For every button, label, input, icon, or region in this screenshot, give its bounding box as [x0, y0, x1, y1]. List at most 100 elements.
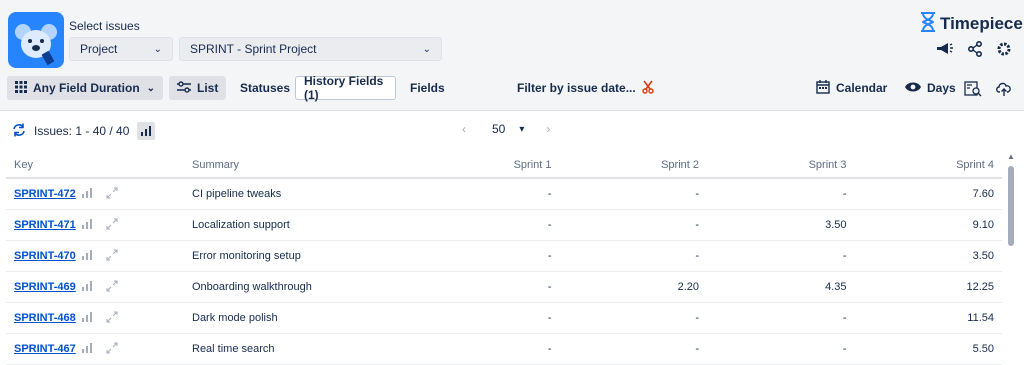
- sprint-1-value: -: [547, 188, 552, 200]
- any-field-duration-button[interactable]: Any Field Duration ⌄: [7, 76, 163, 100]
- sprint-4-value: 7.60: [972, 188, 994, 200]
- issue-key-link[interactable]: SPRINT-468: [14, 312, 76, 324]
- prev-page-icon[interactable]: ‹: [462, 122, 478, 136]
- expand-icon[interactable]: [106, 311, 118, 326]
- sprint-1-value: -: [547, 281, 552, 293]
- issues-table: Key Summary Sprint 1 Sprint 2 Sprint 3 S…: [6, 152, 1002, 365]
- sprint-2-value: -: [695, 312, 699, 324]
- days-label: Days: [927, 81, 956, 95]
- project-dropdown[interactable]: Project ⌄: [69, 37, 173, 61]
- column-header-sprint-2[interactable]: Sprint 2: [560, 159, 708, 171]
- issue-summary: Real time search: [192, 343, 275, 355]
- list-label: List: [197, 81, 219, 95]
- report-search-icon[interactable]: [964, 80, 982, 98]
- bar-chart-icon[interactable]: [81, 342, 92, 356]
- history-fields-button[interactable]: History Fields (1): [295, 74, 396, 102]
- sprint-2-value: 2.20: [677, 281, 699, 293]
- sprint-3-value: -: [842, 312, 847, 324]
- calendar-icon: [816, 79, 830, 97]
- statuses-button[interactable]: Statuses: [232, 76, 298, 100]
- table-row: SPRINT-467 Real time search - - - 5.50: [6, 334, 1002, 365]
- sprint-3-value: -: [842, 188, 847, 200]
- bar-chart-icon[interactable]: [81, 187, 92, 201]
- column-header-summary[interactable]: Summary: [184, 159, 412, 171]
- issue-summary: Dark mode polish: [192, 312, 278, 324]
- table-row: SPRINT-468 Dark mode polish - - - 11.54: [6, 303, 1002, 334]
- share-icon[interactable]: [966, 40, 984, 58]
- table-row: SPRINT-472 CI pipeline tweaks - - - 7.60: [6, 179, 1002, 210]
- sprint-4-value: 5.50: [972, 343, 994, 355]
- column-header-sprint-4[interactable]: Sprint 4: [855, 159, 1003, 171]
- issue-summary: Localization support: [192, 219, 290, 231]
- brand: Timepiece: [920, 12, 1023, 35]
- table-row: SPRINT-470 Error monitoring setup - - - …: [6, 241, 1002, 272]
- project-dropdown-value: Project: [80, 42, 118, 56]
- expand-icon[interactable]: [106, 280, 118, 295]
- vertical-scrollbar[interactable]: ▲: [1006, 152, 1016, 357]
- grid-icon: [15, 80, 27, 96]
- days-button[interactable]: Days: [897, 76, 964, 100]
- top-panel: Select issues Project ⌄ SPRINT - Sprint …: [0, 0, 1024, 111]
- refresh-icon[interactable]: [12, 123, 26, 140]
- column-header-key[interactable]: Key: [6, 159, 184, 171]
- expand-icon[interactable]: [106, 218, 118, 233]
- chevron-down-icon: ⌄: [422, 43, 431, 55]
- bar-chart-icon[interactable]: [137, 122, 156, 140]
- sprint-project-dropdown[interactable]: SPRINT - Sprint Project ⌄: [179, 37, 442, 61]
- scroll-up-icon[interactable]: ▲: [1007, 152, 1015, 161]
- sprint-3-value: 3.50: [825, 219, 847, 231]
- expand-icon[interactable]: [106, 187, 118, 202]
- sprint-dropdown-value: SPRINT - Sprint Project: [190, 42, 317, 56]
- sprint-3-value: 4.35: [825, 281, 847, 293]
- bar-chart-icon[interactable]: [81, 249, 92, 263]
- scissors-icon[interactable]: [642, 80, 654, 97]
- chevron-down-icon: ⌄: [153, 43, 162, 55]
- calendar-button[interactable]: Calendar: [808, 76, 895, 100]
- cloud-upload-icon[interactable]: [995, 80, 1013, 98]
- issue-key-link[interactable]: SPRINT-471: [14, 219, 76, 231]
- sliders-icon: [177, 80, 191, 96]
- brand-name: Timepiece: [940, 13, 1023, 33]
- issues-summary: Issues: 1 - 40 / 40: [12, 122, 156, 140]
- megaphone-icon[interactable]: [936, 40, 954, 58]
- issue-summary: Onboarding walkthrough: [192, 281, 312, 293]
- scrollbar-thumb[interactable]: [1008, 166, 1014, 246]
- sprint-3-value: -: [842, 250, 847, 262]
- bar-chart-icon[interactable]: [81, 280, 92, 294]
- issue-key-link[interactable]: SPRINT-470: [14, 250, 76, 262]
- page-size-value[interactable]: 50: [492, 122, 505, 136]
- expand-icon[interactable]: [106, 249, 118, 264]
- issue-summary: Error monitoring setup: [192, 250, 301, 262]
- eye-icon: [905, 81, 921, 96]
- sprint-1-value: -: [547, 343, 552, 355]
- column-header-sprint-3[interactable]: Sprint 3: [707, 159, 855, 171]
- sprint-2-value: -: [695, 343, 699, 355]
- sprint-4-value: 9.10: [972, 219, 994, 231]
- filter-by-issue-date-button[interactable]: Filter by issue date...: [509, 76, 662, 100]
- expand-icon[interactable]: [106, 342, 118, 357]
- bar-chart-icon[interactable]: [81, 311, 92, 325]
- calendar-label: Calendar: [836, 81, 888, 95]
- issue-key-link[interactable]: SPRINT-467: [14, 343, 76, 355]
- fields-button[interactable]: Fields: [402, 76, 453, 100]
- issue-key-link[interactable]: SPRINT-469: [14, 281, 76, 293]
- sprint-4-value: 12.25: [966, 281, 994, 293]
- next-page-icon[interactable]: ›: [546, 122, 550, 136]
- gear-icon[interactable]: [995, 40, 1013, 58]
- column-header-sprint-1[interactable]: Sprint 1: [412, 159, 560, 171]
- table-row: SPRINT-469 Onboarding walkthrough - 2.20…: [6, 272, 1002, 303]
- sprint-1-value: -: [547, 219, 552, 231]
- table-row: SPRINT-471 Localization support - - 3.50…: [6, 210, 1002, 241]
- issue-key-link[interactable]: SPRINT-472: [14, 188, 76, 200]
- history-fields-label: History Fields (1): [304, 74, 384, 102]
- chevron-down-icon: ⌄: [146, 82, 155, 94]
- chevron-down-icon[interactable]: ▾: [519, 124, 524, 135]
- hourglass-icon: [920, 12, 936, 35]
- issues-count: Issues: 1 - 40 / 40: [34, 124, 130, 138]
- bar-chart-icon[interactable]: [81, 218, 92, 232]
- list-button[interactable]: List: [169, 76, 226, 100]
- table-header: Key Summary Sprint 1 Sprint 2 Sprint 3 S…: [6, 152, 1002, 179]
- sprint-4-value: 3.50: [972, 250, 994, 262]
- sprint-4-value: 11.54: [967, 312, 994, 324]
- sprint-2-value: -: [695, 250, 699, 262]
